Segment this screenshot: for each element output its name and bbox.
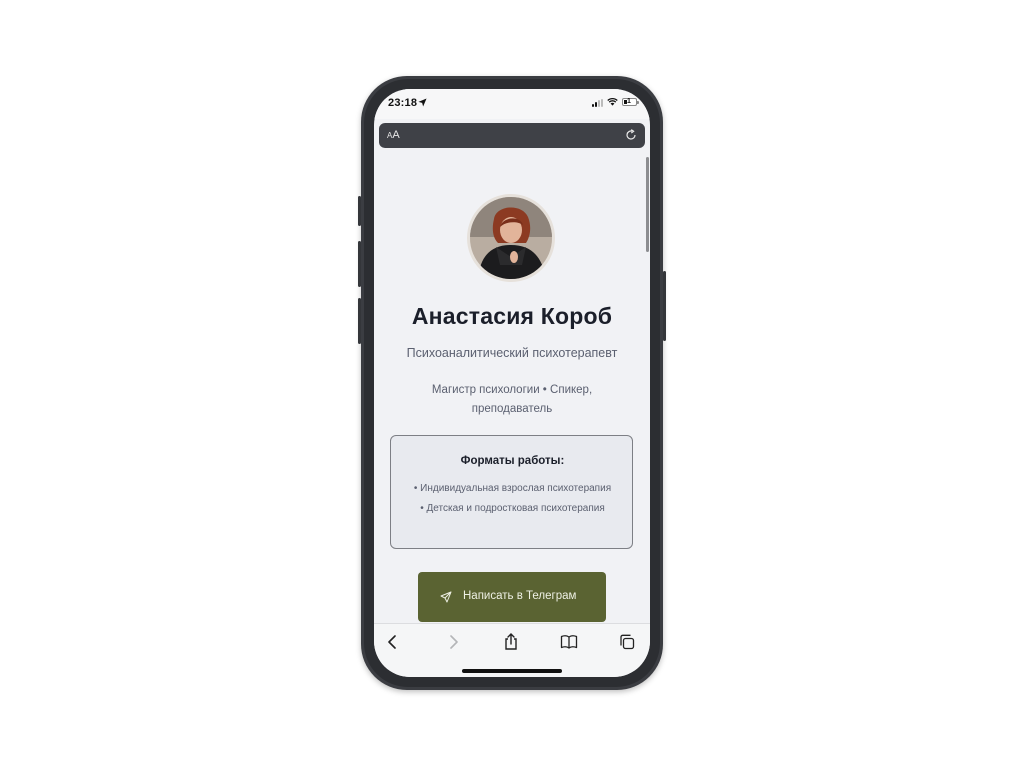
list-item: • Индивидуальная взрослая психотерапия <box>413 483 612 494</box>
phone-volume-down <box>358 298 361 344</box>
location-arrow-icon <box>418 98 427 107</box>
list-item: • Детская и подростковая психотерапия <box>420 503 605 514</box>
address-bar[interactable]: AA <box>379 123 645 148</box>
formats-title: Форматы работы: <box>460 455 565 467</box>
phone-frame: 23:18 1 AA Анастасия Короб Психоаналитич… <box>358 76 666 690</box>
formats-list: • Индивидуальная взрослая психотерапия •… <box>401 481 624 521</box>
profile-subtitle: Психоаналитический психотерапевт <box>406 346 618 360</box>
avatar <box>470 197 552 279</box>
home-indicator[interactable] <box>462 669 562 673</box>
book-icon[interactable] <box>560 633 578 651</box>
send-icon <box>440 591 452 603</box>
phone-screen: 23:18 1 AA Анастасия Короб Психоаналитич… <box>374 89 650 677</box>
battery-icon: 1 <box>622 98 639 106</box>
reload-icon[interactable] <box>625 129 637 141</box>
telegram-button[interactable]: Написать в Телеграм <box>418 572 606 622</box>
scrollbar[interactable] <box>646 157 649 252</box>
telegram-button-label: Написать в Телеграм <box>463 590 577 602</box>
cellular-signal-icon <box>592 99 604 107</box>
phone-volume-up <box>358 241 361 287</box>
chevron-right-icon[interactable] <box>444 633 462 651</box>
formats-card: Форматы работы: • Индивидуальная взросла… <box>390 435 633 549</box>
web-page: Анастасия Короб Психоаналитический психо… <box>374 153 650 623</box>
phone-power-button <box>663 271 666 341</box>
chevron-left-icon[interactable] <box>384 633 402 651</box>
status-bar: 23:18 1 <box>374 89 650 119</box>
share-icon[interactable] <box>502 633 520 651</box>
phone-side-button <box>358 196 361 226</box>
wifi-icon <box>607 98 618 106</box>
battery-level: 1 <box>627 98 631 105</box>
profile-credentials: Магистр психологии • Спикер, преподавате… <box>431 384 593 415</box>
reader-settings-button[interactable]: AA <box>387 129 400 141</box>
status-time: 23:18 <box>388 97 418 109</box>
page-title: Анастасия Короб <box>411 303 613 329</box>
browser-toolbar <box>374 623 650 677</box>
tabs-icon[interactable] <box>618 633 636 651</box>
